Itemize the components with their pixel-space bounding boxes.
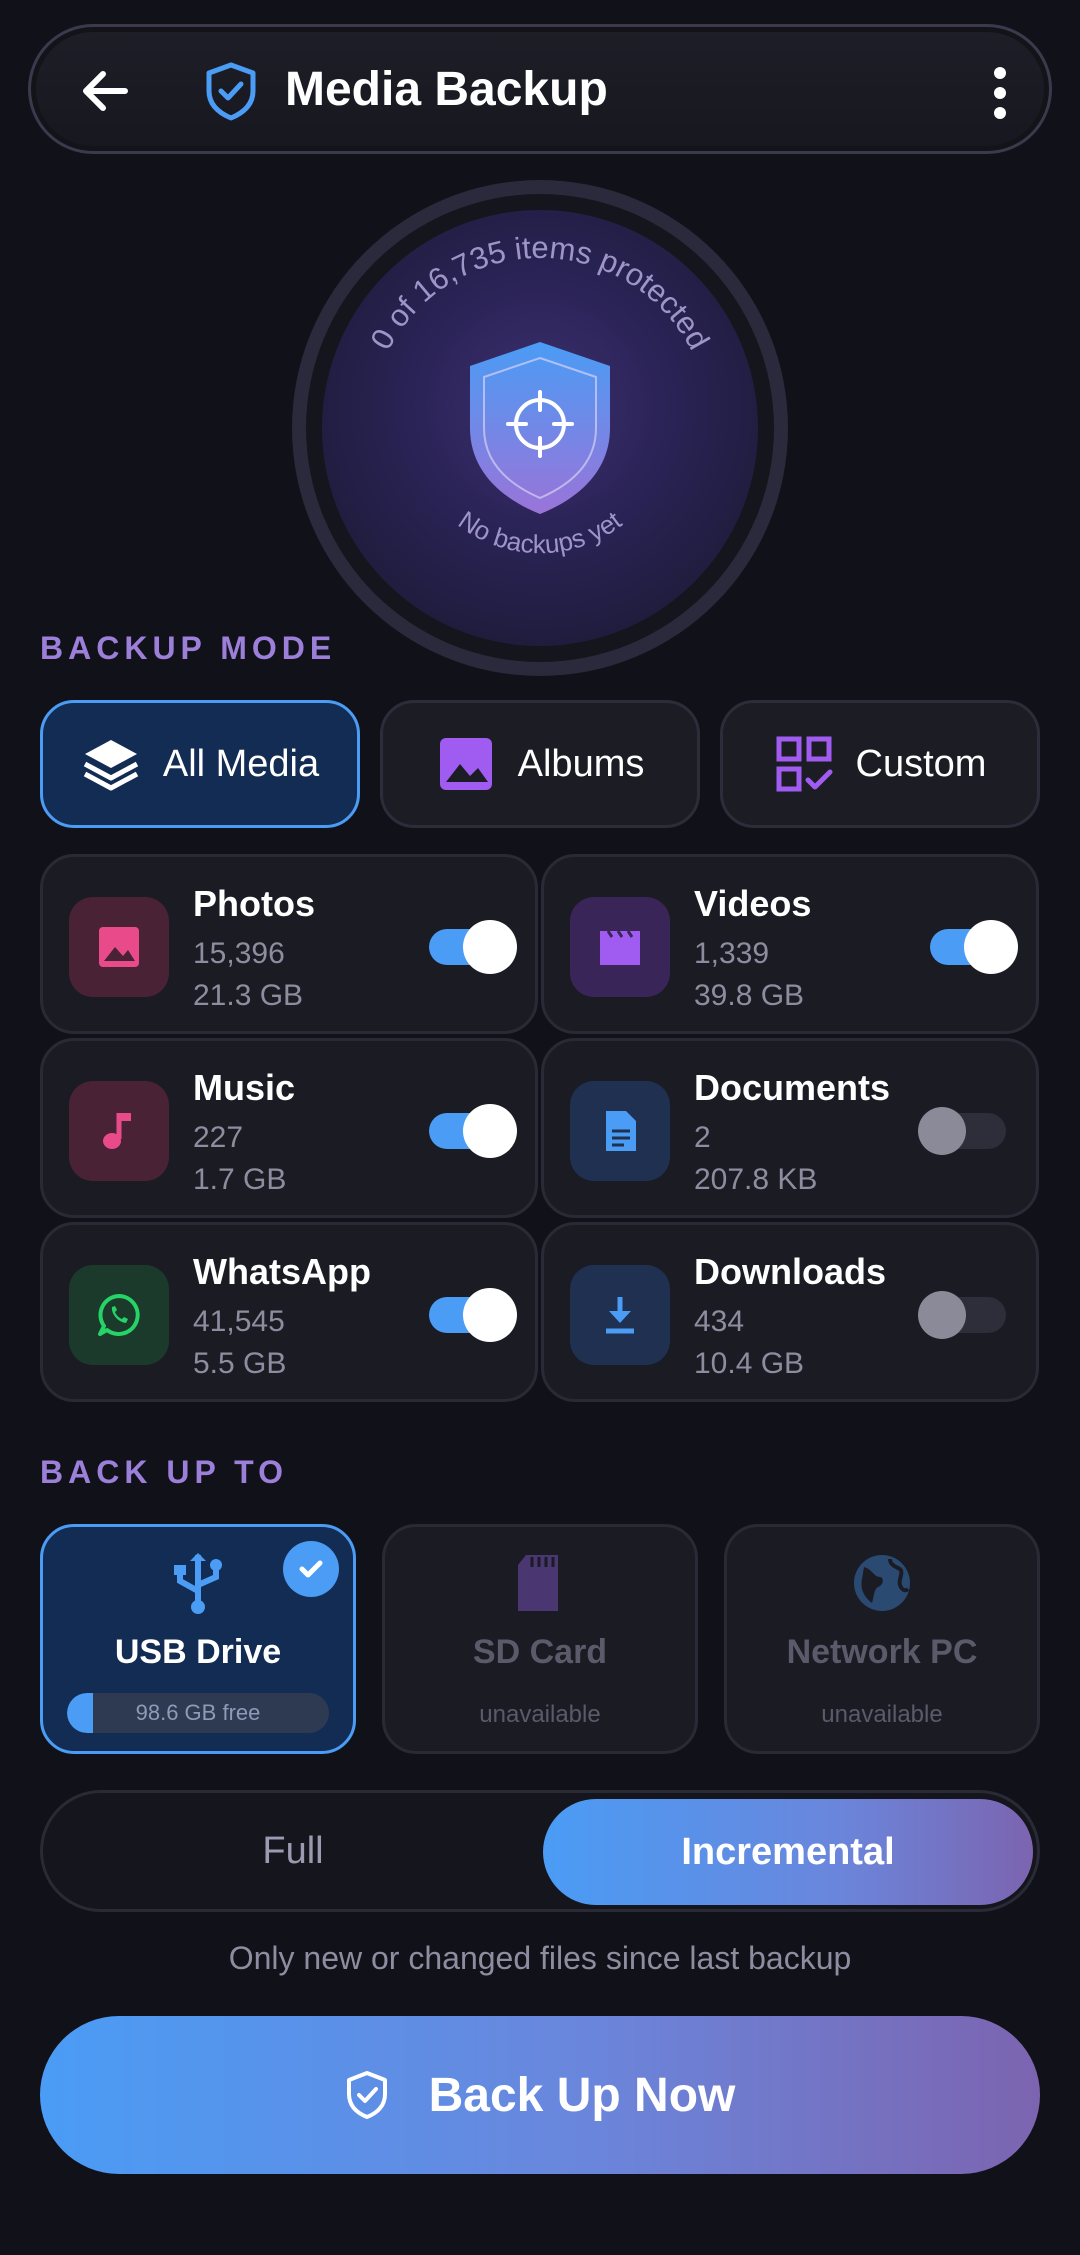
destination-name: SD Card bbox=[472, 1633, 608, 1671]
category-size: 21.3 GB bbox=[193, 979, 304, 1012]
category-size: 207.8 KB bbox=[694, 1163, 818, 1196]
more-vertical-icon[interactable] bbox=[985, 63, 1015, 123]
download-icon bbox=[606, 1297, 634, 1334]
category-name: Photos bbox=[193, 883, 315, 924]
shield-icon bbox=[470, 342, 610, 514]
whatsapp-toggle[interactable] bbox=[429, 1288, 517, 1342]
destination-status: unavailable bbox=[479, 1701, 601, 1728]
backup-type-selector: Full Incremental bbox=[40, 1790, 1040, 1912]
backup-destination-label: BACK UP TO bbox=[40, 1454, 288, 1490]
selected-check-icon bbox=[283, 1541, 339, 1597]
category-count: 41,545 bbox=[193, 1305, 285, 1338]
category-card-music[interactable]: Music 227 1.7 GB bbox=[40, 1038, 538, 1218]
tab-albums[interactable]: Albums bbox=[380, 700, 700, 828]
category-card-documents[interactable]: Documents 2 207.8 KB bbox=[541, 1038, 1039, 1218]
image-icon bbox=[439, 738, 492, 790]
shield-check-icon bbox=[346, 2071, 387, 2119]
backup-type-hint: Only new or changed files since last bac… bbox=[228, 1940, 852, 1976]
category-size: 39.8 GB bbox=[694, 979, 805, 1012]
category-name: Music bbox=[193, 1067, 296, 1108]
destination-network-pc[interactable]: Network PC unavailable bbox=[724, 1524, 1040, 1754]
downloads-toggle[interactable] bbox=[918, 1291, 1006, 1339]
image-icon bbox=[99, 927, 139, 967]
photos-toggle[interactable] bbox=[429, 920, 517, 974]
category-name: Documents bbox=[694, 1067, 891, 1108]
category-card-photos[interactable]: Photos 15,396 21.3 GB bbox=[40, 854, 538, 1034]
tab-label: Albums bbox=[517, 742, 645, 785]
layers-icon bbox=[83, 740, 139, 791]
sd-card-icon bbox=[518, 1555, 558, 1611]
backup-type-incremental[interactable]: Incremental bbox=[543, 1799, 1033, 1905]
category-card-videos[interactable]: Videos 1,339 39.8 GB bbox=[541, 854, 1039, 1034]
app-header: Media Backup bbox=[28, 24, 1052, 154]
destination-sd-card[interactable]: SD Card unavailable bbox=[382, 1524, 698, 1754]
category-count: 2 bbox=[694, 1121, 711, 1154]
category-size: 10.4 GB bbox=[694, 1347, 805, 1380]
documents-toggle[interactable] bbox=[918, 1107, 1006, 1155]
category-name: Videos bbox=[694, 883, 812, 924]
clapperboard-icon bbox=[600, 930, 640, 965]
protected-count-text: 0 of 16,735 items protected bbox=[363, 230, 716, 355]
storage-bar: 98.6 GB free bbox=[67, 1693, 329, 1733]
destination-name: USB Drive bbox=[114, 1633, 282, 1671]
category-name: Downloads bbox=[694, 1251, 887, 1292]
category-size: 5.5 GB bbox=[193, 1347, 287, 1380]
videos-toggle[interactable] bbox=[930, 920, 1018, 974]
category-count: 15,396 bbox=[193, 937, 285, 970]
grid-check-icon bbox=[776, 736, 833, 792]
usb-icon bbox=[174, 1553, 222, 1614]
destination-name: Network PC bbox=[786, 1633, 978, 1671]
tab-all-media[interactable]: All Media bbox=[40, 700, 360, 828]
category-card-whatsapp[interactable]: WhatsApp 41,545 5.5 GB bbox=[40, 1222, 538, 1402]
tab-label: All Media bbox=[162, 742, 320, 785]
protection-status-ring: 0 of 16,735 items protected No backups y… bbox=[292, 180, 788, 676]
tab-label: Custom bbox=[855, 742, 987, 785]
destination-status: unavailable bbox=[821, 1701, 943, 1728]
category-count: 434 bbox=[694, 1305, 745, 1338]
destination-usb-drive[interactable]: USB Drive 98.6 GB free bbox=[40, 1524, 356, 1754]
arrow-left-icon[interactable] bbox=[75, 61, 135, 121]
category-count: 1,339 bbox=[694, 937, 770, 970]
backup-type-full[interactable]: Full bbox=[43, 1793, 543, 1909]
globe-icon bbox=[854, 1555, 910, 1611]
shield-check-icon bbox=[206, 62, 256, 121]
back-up-now-label: Back Up Now bbox=[428, 2068, 736, 2122]
music-note-icon bbox=[103, 1113, 131, 1149]
document-icon bbox=[606, 1111, 636, 1151]
music-toggle[interactable] bbox=[429, 1104, 517, 1158]
category-card-downloads[interactable]: Downloads 434 10.4 GB bbox=[541, 1222, 1039, 1402]
back-up-now-button[interactable]: Back Up Now bbox=[40, 2016, 1040, 2174]
tab-custom[interactable]: Custom bbox=[720, 700, 1040, 828]
protection-status-graphic: 0 of 16,735 items protected No backups y… bbox=[363, 230, 716, 559]
category-count: 227 bbox=[193, 1121, 244, 1154]
whatsapp-icon bbox=[98, 1294, 140, 1336]
storage-free-text: 98.6 GB free bbox=[135, 1700, 261, 1725]
category-size: 1.7 GB bbox=[193, 1163, 287, 1196]
category-name: WhatsApp bbox=[193, 1251, 371, 1292]
page-title: Media Backup bbox=[285, 63, 608, 116]
backup-mode-label: BACKUP MODE bbox=[40, 630, 337, 666]
